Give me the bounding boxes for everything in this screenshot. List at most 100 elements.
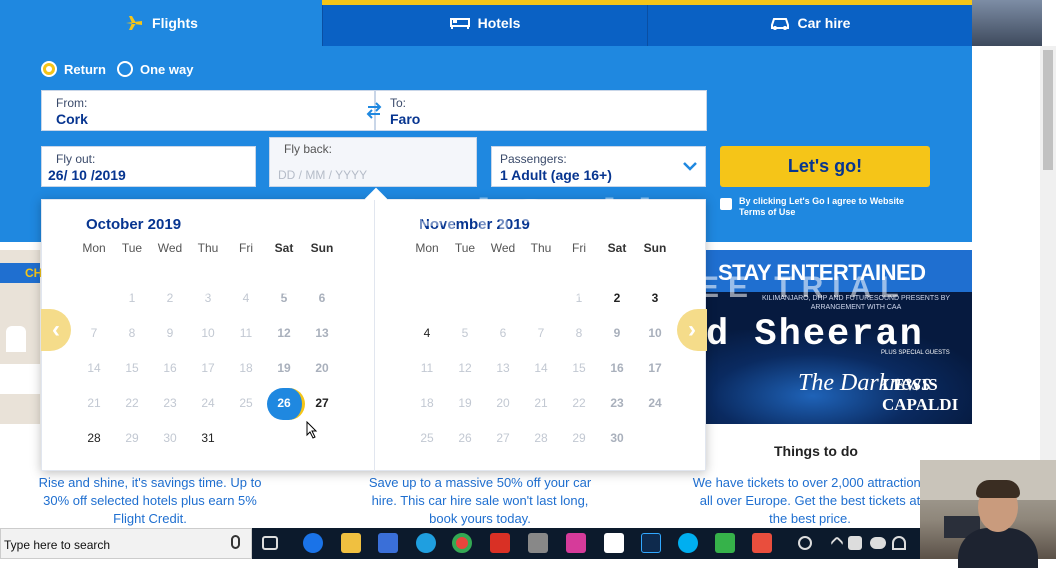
acrobat-icon[interactable] [490,533,510,553]
calendar-day[interactable]: 29 [113,426,151,450]
cloud-icon[interactable] [870,537,886,549]
radio-one-way[interactable]: One way [117,61,193,77]
people-icon[interactable] [798,536,812,550]
calendar-day[interactable]: 6 [303,286,341,310]
calendar-day[interactable]: 1 [113,286,151,310]
calendar-day[interactable]: 5 [265,286,303,310]
calendar-day[interactable]: 17 [189,356,227,380]
calendar-day[interactable]: 24 [636,391,674,415]
things-to-do-promo-image[interactable]: STAY ENTERTAINED KILIMANJARO, DHP AND FU… [706,250,972,424]
calendar-day[interactable]: 10 [636,321,674,345]
calendar-day[interactable]: 26 [446,426,484,450]
calendar-day[interactable]: 25 [227,391,265,415]
calendar-day[interactable]: 9 [598,321,636,345]
photoshop-icon[interactable] [641,533,661,553]
task-view-icon[interactable] [262,536,278,550]
tab-car-hire[interactable]: Car hire [647,0,972,46]
tab-flights[interactable]: Flights [0,0,322,46]
calendar-day[interactable]: 22 [113,391,151,415]
calendar-day[interactable]: 29 [560,426,598,450]
calendar-day[interactable]: 21 [522,391,560,415]
calendar-day[interactable]: 7 [75,321,113,345]
fly-back-field[interactable]: Fly back: DD / MM / YYYY [269,137,477,187]
skype-icon[interactable] [678,533,698,553]
calendar-day[interactable]: 28 [522,426,560,450]
calendar-day-selected[interactable]: 26 [265,391,303,415]
wifi-icon[interactable] [892,536,906,550]
fly-out-field[interactable]: Fly out: 26/ 10 /2019 [41,146,256,187]
calendar-day[interactable]: 20 [484,391,522,415]
calendar-day[interactable]: 5 [446,321,484,345]
calendar-day[interactable]: 15 [560,356,598,380]
calendar-day[interactable]: 16 [598,356,636,380]
calendar-day[interactable]: 14 [522,356,560,380]
calendar-day[interactable]: 9 [151,321,189,345]
calendar-day[interactable]: 11 [227,321,265,345]
calendar-day[interactable]: 18 [227,356,265,380]
calendar-day[interactable]: 6 [484,321,522,345]
volume-icon[interactable] [848,536,862,550]
calendar-day[interactable]: 4 [408,321,446,345]
calendar-day[interactable]: 17 [636,356,674,380]
calendar-day[interactable]: 24 [189,391,227,415]
chrome-icon[interactable] [452,533,472,553]
calendar-day[interactable]: 28 [75,426,113,450]
calendar-day[interactable]: 3 [636,286,674,310]
calendar-day[interactable]: 19 [265,356,303,380]
calendar-day[interactable]: 3 [189,286,227,310]
lets-go-button[interactable]: Let's go! [720,146,930,187]
microphone-icon[interactable] [231,535,240,549]
internet-explorer-icon[interactable] [416,533,436,553]
radio-return[interactable]: Return [41,61,106,77]
calendar-day[interactable]: 2 [598,286,636,310]
taskbar-search-box[interactable]: Type here to search [0,528,252,559]
calendar-day[interactable]: 30 [598,426,636,450]
calendar-day[interactable]: 7 [522,321,560,345]
calendar-day[interactable]: 23 [598,391,636,415]
calendar-day[interactable]: 30 [151,426,189,450]
calendar-day[interactable]: 13 [303,321,341,345]
camtasia-icon[interactable] [715,533,735,553]
calendar-day[interactable]: 19 [446,391,484,415]
calendar-day[interactable]: 8 [113,321,151,345]
terms-checkbox[interactable] [720,198,732,210]
recorder-icon[interactable] [752,533,772,553]
calendar-day[interactable]: 12 [265,321,303,345]
calendar-day[interactable]: 25 [408,426,446,450]
calendar-day[interactable]: 27 [484,426,522,450]
calendar-day[interactable]: 27 [303,391,341,415]
calendar-day[interactable]: 21 [75,391,113,415]
calendar-day[interactable]: 15 [113,356,151,380]
passengers-field[interactable]: Passengers: 1 Adult (age 16+) [491,146,706,187]
scrollbar-thumb[interactable] [1043,50,1053,170]
swap-icon[interactable] [364,100,384,120]
to-field[interactable]: To: Faro [375,90,707,131]
calendar-day[interactable]: 11 [408,356,446,380]
tab-hotels[interactable]: Hotels [322,0,647,46]
from-field[interactable]: From: Cork [41,90,375,131]
app-m-icon[interactable] [566,533,586,553]
file-explorer-icon[interactable] [341,533,361,553]
calendar-day[interactable]: 20 [303,356,341,380]
calendar-day[interactable]: 8 [560,321,598,345]
calendar-day[interactable]: 16 [151,356,189,380]
calendar-day[interactable]: 1 [560,286,598,310]
calendar-day[interactable]: 2 [151,286,189,310]
bed-icon [449,18,470,29]
calendar-day[interactable]: 22 [560,391,598,415]
calendar-day[interactable]: 12 [446,356,484,380]
webcam-overlay [920,460,1056,568]
calendar-day[interactable]: 13 [484,356,522,380]
hotels-promo-image[interactable]: CH [0,250,42,424]
calendar-day[interactable]: 18 [408,391,446,415]
from-value: Cork [56,111,88,127]
chevron-up-icon[interactable] [829,535,845,551]
store-icon[interactable] [378,533,398,553]
edge-icon[interactable] [303,533,323,553]
calendar-day[interactable]: 14 [75,356,113,380]
media-player-icon[interactable] [528,533,548,553]
calendar-day[interactable]: 31 [189,426,227,450]
calendar-day[interactable]: 4 [227,286,265,310]
calendar-day[interactable]: 10 [189,321,227,345]
calendar-day[interactable]: 23 [151,391,189,415]
